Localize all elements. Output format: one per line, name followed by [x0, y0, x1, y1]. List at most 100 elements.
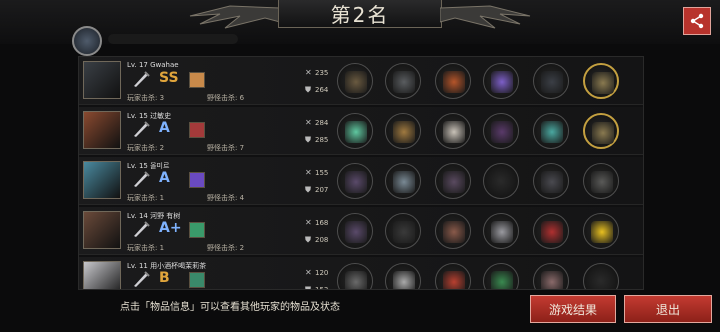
top-banner: 第2名 [0, 0, 720, 56]
equipment-slot[interactable] [483, 263, 519, 289]
player-row[interactable]: Lv. 15 올미르 A 玩家击杀: 1 野怪击杀: 4 ✕ 155 ⛊ 207 [79, 157, 643, 205]
item-icon [393, 221, 415, 243]
attack-stat: ✕ 155 [305, 168, 328, 177]
equipment-slot[interactable] [583, 263, 619, 289]
item-icon [541, 71, 563, 93]
attack-value: 168 [315, 219, 329, 227]
equipment-slot[interactable] [385, 113, 421, 149]
item-icon [592, 122, 614, 144]
item-icon [393, 271, 415, 289]
player-avatar[interactable] [83, 211, 121, 249]
player-row[interactable]: Lv. 11 用小酒杯喝茉莉茶 B 玩家击杀: 0 野怪击杀: 0 ✕120 ⛊… [79, 257, 643, 290]
item-icon [345, 171, 367, 193]
grade-badge: A [159, 170, 170, 186]
hint-text: 点击「物品信息」可以查看其他玩家的物品及状态 [120, 302, 340, 313]
game-results-button[interactable]: 游戏结果 [530, 295, 616, 323]
equipment-slot[interactable] [483, 163, 519, 199]
defense-stat: ⛊ 285 [305, 135, 328, 145]
player-row[interactable]: Lv. 14 河野 有树 A+ 玩家击杀: 1 野怪击杀: 2 ✕ 168 ⛊ 20… [79, 207, 643, 255]
left-wing-ornament [189, 5, 280, 29]
player-kills: 玩家击杀: 1 [127, 244, 165, 252]
item-icon [592, 72, 614, 94]
player-row[interactable]: Lv. 15 过敏史 A 玩家击杀: 2 野怪击杀: 7 ✕ 284 ⛊ 285 [79, 107, 643, 155]
equipment-slot[interactable] [533, 213, 569, 249]
item-icon [541, 171, 563, 193]
equipment-slot[interactable] [533, 63, 569, 99]
equipment-slot[interactable] [337, 263, 373, 289]
item-icon [443, 221, 465, 243]
equipment-slot[interactable] [483, 213, 519, 249]
player-avatar[interactable] [83, 161, 121, 199]
equipment-slot[interactable] [385, 213, 421, 249]
equipment-slot[interactable] [533, 163, 569, 199]
rank-title: 第2名 [330, 3, 390, 27]
sword-icon: ✕ [305, 268, 312, 277]
equipment-slot[interactable] [483, 63, 519, 99]
attack-stat: ✕ 284 [305, 118, 328, 127]
equipment-slot[interactable] [435, 63, 471, 99]
player-stats-panel: Lv. 17 Gwahae SS 玩家击杀: 3 野怪击杀: 6 ✕ 235 ⛊ 2… [78, 56, 644, 290]
defense-stat: ⛊ 264 [305, 85, 328, 95]
player-row[interactable]: Lv. 17 Gwahae SS 玩家击杀: 3 野怪击杀: 6 ✕ 235 ⛊ 2… [79, 57, 643, 105]
item-icon [591, 221, 613, 243]
equipment-slot[interactable] [583, 113, 619, 149]
player-avatar[interactable] [83, 261, 121, 289]
shield-icon: ⛊ [305, 135, 311, 144]
weapon-icon [134, 71, 150, 87]
player-kills: 玩家击杀: 2 [127, 144, 165, 152]
defense-stat: ⛊ 208 [305, 235, 328, 245]
skill-icon [189, 172, 205, 188]
item-icon [345, 271, 367, 289]
item-icon [393, 121, 415, 143]
grade-badge: B [159, 270, 170, 286]
equipment-slot[interactable] [385, 63, 421, 99]
share-icon [690, 13, 704, 29]
item-icon [541, 121, 563, 143]
equipment-slot[interactable] [583, 63, 619, 99]
equipment-slot[interactable] [483, 113, 519, 149]
share-button[interactable] [683, 7, 711, 35]
monster-kills: 野怪击杀: 2 [207, 244, 245, 252]
equipment-slot[interactable] [337, 113, 373, 149]
defense-value: 285 [315, 136, 329, 144]
equipment-slot[interactable] [337, 163, 373, 199]
item-icon [591, 171, 613, 193]
attack-stat: ✕ 120 [305, 268, 328, 277]
equipment-slot[interactable] [385, 163, 421, 199]
equipment-slot[interactable] [583, 163, 619, 199]
equipment-slot[interactable] [533, 263, 569, 289]
grade-badge: A+ [159, 220, 182, 236]
equipment-slot[interactable] [533, 113, 569, 149]
item-icon [541, 271, 563, 289]
item-icon [491, 221, 513, 243]
item-icon [345, 221, 367, 243]
attack-stat: ✕ 168 [305, 218, 328, 227]
item-icon [345, 121, 367, 143]
equipment-slot[interactable] [435, 263, 471, 289]
item-icon [443, 271, 465, 289]
equipment-slot[interactable] [583, 213, 619, 249]
equipment-slot[interactable] [385, 263, 421, 289]
top-name-plate [108, 34, 238, 44]
equipment-slot[interactable] [435, 213, 471, 249]
skill-icon [189, 72, 205, 88]
shield-icon: ⛊ [305, 235, 311, 244]
skill-icon [189, 272, 205, 288]
equipment-slot[interactable] [337, 213, 373, 249]
equipment-slot[interactable] [435, 113, 471, 149]
grade-badge: A [159, 120, 170, 136]
weapon-icon [134, 271, 150, 287]
right-wing-ornament [440, 5, 531, 29]
equipment-slot[interactable] [337, 63, 373, 99]
equipment-slot[interactable] [435, 163, 471, 199]
skill-icon [189, 222, 205, 238]
defense-value: 264 [315, 86, 329, 94]
item-icon [491, 271, 513, 289]
player-avatar[interactable] [83, 111, 121, 149]
player-avatar[interactable] [83, 61, 121, 99]
exit-button[interactable]: 退出 [624, 295, 712, 323]
player-kills: 玩家击杀: 3 [127, 94, 165, 102]
attack-value: 120 [315, 269, 329, 277]
sword-icon: ✕ [305, 68, 312, 77]
defense-value: 153 [315, 286, 329, 290]
